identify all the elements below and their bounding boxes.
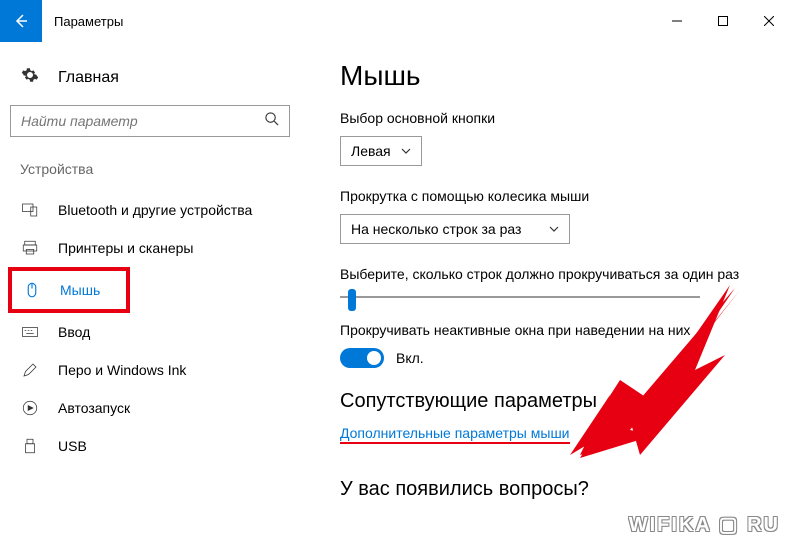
- scroll-wheel-label: Прокрутка с помощью колесика мыши: [340, 188, 768, 204]
- autoplay-icon: [20, 399, 40, 417]
- sidebar-item-label: Принтеры и сканеры: [58, 240, 193, 256]
- sidebar-item-autoplay[interactable]: Автозапуск: [10, 389, 290, 427]
- sidebar: Главная Устройства Bluetooth и другие ус…: [0, 52, 300, 513]
- search-icon: [264, 111, 279, 131]
- sidebar-item-mouse[interactable]: Мышь: [12, 271, 126, 309]
- toggle-knob: [367, 351, 381, 365]
- sidebar-item-label: Ввод: [58, 324, 90, 340]
- devices-icon: [20, 201, 40, 219]
- gear-icon: [20, 66, 40, 89]
- lines-slider[interactable]: [340, 296, 700, 298]
- keyboard-icon: [20, 323, 40, 341]
- pen-icon: [20, 361, 40, 379]
- primary-button-select[interactable]: Левая: [340, 136, 422, 166]
- primary-button-label: Выбор основной кнопки: [340, 110, 768, 126]
- search-input[interactable]: [10, 105, 290, 137]
- maximize-button[interactable]: [700, 5, 746, 37]
- sidebar-item-pen[interactable]: Перо и Windows Ink: [10, 351, 290, 389]
- window-title: Параметры: [54, 14, 123, 29]
- feedback-heading: У вас появились вопросы?: [340, 478, 768, 501]
- primary-button-value: Левая: [351, 143, 391, 159]
- sidebar-item-typing[interactable]: Ввод: [10, 313, 290, 351]
- sidebar-item-bluetooth[interactable]: Bluetooth и другие устройства: [10, 191, 290, 229]
- scroll-wheel-select[interactable]: На несколько строк за раз: [340, 214, 570, 244]
- scroll-wheel-value: На несколько строк за раз: [351, 221, 521, 237]
- sidebar-item-label: Bluetooth и другие устройства: [58, 202, 252, 218]
- sidebar-item-label: Мышь: [60, 282, 100, 298]
- watermark: WIFIKA ▢ RU: [629, 512, 780, 537]
- sidebar-category: Устройства: [10, 161, 290, 177]
- chevron-down-icon: [401, 146, 411, 157]
- related-heading: Сопутствующие параметры: [340, 390, 768, 413]
- usb-icon: [20, 437, 40, 455]
- toggle-state-label: Вкл.: [396, 350, 424, 366]
- sidebar-item-printers[interactable]: Принтеры и сканеры: [10, 229, 290, 267]
- mouse-icon: [22, 281, 42, 299]
- sidebar-item-label: Перо и Windows Ink: [58, 362, 186, 378]
- page-title: Мышь: [340, 60, 768, 92]
- sidebar-home-label: Главная: [58, 69, 119, 87]
- printer-icon: [20, 239, 40, 257]
- sidebar-home[interactable]: Главная: [10, 60, 290, 95]
- main-panel: Мышь Выбор основной кнопки Левая Прокрут…: [300, 52, 792, 513]
- search-field[interactable]: [21, 113, 264, 129]
- minimize-button[interactable]: [654, 5, 700, 37]
- back-button[interactable]: [0, 0, 42, 42]
- chevron-down-icon: [549, 224, 559, 235]
- additional-mouse-settings-link[interactable]: Дополнительные параметры мыши: [340, 425, 570, 444]
- sidebar-item-usb[interactable]: USB: [10, 427, 290, 465]
- inactive-scroll-label: Прокручивать неактивные окна при наведен…: [340, 322, 768, 338]
- inactive-scroll-toggle[interactable]: [340, 348, 384, 368]
- sidebar-item-label: Автозапуск: [58, 400, 130, 416]
- slider-thumb[interactable]: [348, 289, 356, 311]
- close-button[interactable]: [746, 5, 792, 37]
- highlight-box-mouse: Мышь: [8, 267, 130, 313]
- lines-label: Выберите, сколько строк должно прокручив…: [340, 266, 768, 282]
- sidebar-item-label: USB: [58, 438, 87, 454]
